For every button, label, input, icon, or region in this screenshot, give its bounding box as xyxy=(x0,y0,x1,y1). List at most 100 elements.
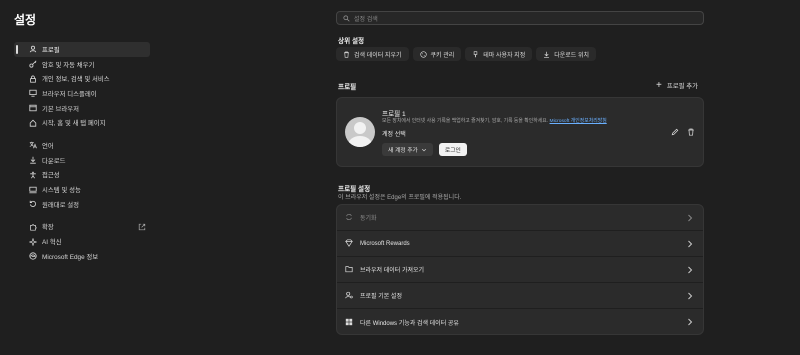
import-icon xyxy=(345,265,354,274)
chip-label: 검색 데이터 지우기 xyxy=(354,52,402,59)
quick-settings: 검색 데이터 지우기 쿠키 관리 테마 사용자 지정 다운로드 위치 xyxy=(336,47,597,61)
chevron-right-icon xyxy=(688,240,693,248)
search-placeholder: 설정 검색 xyxy=(354,16,378,23)
sidebar-item-label: 확장 xyxy=(42,224,54,232)
sync-icon xyxy=(345,213,354,222)
external-link-icon xyxy=(138,223,146,230)
lock-icon xyxy=(28,74,37,83)
home-icon xyxy=(28,118,37,127)
sidebar-item-system[interactable]: 시스템 및 성능 xyxy=(14,182,150,197)
download-icon xyxy=(544,51,550,58)
row-label: 다른 Windows 기능과 검색 데이터 공유 xyxy=(360,320,459,327)
sidebar-item-label: 개인 정보, 검색 및 서비스 xyxy=(42,76,110,84)
sidebar-item-passwords[interactable]: 암호 및 자동 채우기 xyxy=(14,57,150,72)
customize-theme-button[interactable]: 테마 사용자 지정 xyxy=(465,47,533,61)
ai-icon xyxy=(28,237,37,246)
chevron-right-icon xyxy=(688,318,693,326)
sidebar-item-downloads[interactable]: 다운로드 xyxy=(14,153,150,168)
key-icon xyxy=(28,60,37,69)
system-icon xyxy=(28,185,37,194)
accessibility-icon xyxy=(28,170,37,179)
download-icon xyxy=(28,156,37,165)
account-select-label: 계정 선택 xyxy=(382,132,406,138)
sidebar-item-label: 시작, 홈 및 새 탭 페이지 xyxy=(42,120,106,128)
plus-icon: + xyxy=(655,79,662,91)
sidebar: 설정 프로필 암호 및 자동 채우기 개인 정보, 검색 및 서비스 브라우저 … xyxy=(0,0,160,355)
download-location-button[interactable]: 다운로드 위치 xyxy=(536,47,597,61)
sidebar-item-extensions[interactable]: 확장 xyxy=(14,220,150,235)
sidebar-item-label: 다운로드 xyxy=(42,157,66,165)
sidebar-item-about[interactable]: Microsoft Edge 정보 xyxy=(14,249,150,264)
chevron-down-icon xyxy=(421,148,426,151)
extension-icon xyxy=(28,222,37,231)
chevron-right-icon xyxy=(688,292,693,300)
profile-card: 프로필 1 모든 장치에서 인터넷 사용 기록을 백업하고 즐겨찾기, 암호, … xyxy=(336,97,704,167)
sidebar-item-language[interactable]: 언어 xyxy=(14,138,150,153)
new-account-dropdown[interactable]: 새 계정 추가 xyxy=(382,143,433,156)
profiles-title: 프로필 xyxy=(338,84,357,91)
settings-row-sync[interactable]: 동기화 xyxy=(337,205,703,231)
page-title: 설정 xyxy=(14,13,37,27)
clear-browsing-data-button[interactable]: 검색 데이터 지우기 xyxy=(336,47,409,61)
avatar xyxy=(345,117,375,147)
profile-actions: 새 계정 추가 로그인 xyxy=(382,143,467,156)
sidebar-item-display[interactable]: 브라우저 디스플레이 xyxy=(14,86,150,101)
edit-icon[interactable] xyxy=(671,128,679,136)
trash-icon xyxy=(344,51,349,58)
search-icon xyxy=(343,14,350,22)
profile-icon xyxy=(28,45,37,54)
chip-label: 다운로드 위치 xyxy=(554,52,590,59)
sidebar-item-reset[interactable]: 원래대로 설정 xyxy=(14,197,150,212)
sidebar-nav: 프로필 암호 및 자동 채우기 개인 정보, 검색 및 서비스 브라우저 디스플… xyxy=(14,42,150,264)
chevron-right-icon xyxy=(688,266,693,274)
delete-icon[interactable] xyxy=(687,128,695,136)
profile-description: 모든 장치에서 인터넷 사용 기록을 백업하고 즐겨찾기, 암호, 기록 등을 … xyxy=(382,119,607,124)
settings-row-rewards[interactable]: Microsoft Rewards xyxy=(337,231,703,257)
row-label: 브라우저 데이터 가져오기 xyxy=(360,268,425,274)
search-input[interactable]: 설정 검색 xyxy=(336,11,704,25)
sidebar-item-label: 접근성 xyxy=(42,172,60,180)
sidebar-item-label: 원래대로 설정 xyxy=(42,201,80,209)
settings-row-profile-preferences[interactable]: 프로필 기본 설정 xyxy=(337,283,703,309)
language-icon xyxy=(28,141,37,150)
sidebar-item-start-home[interactable]: 시작, 홈 및 새 탭 페이지 xyxy=(14,115,150,130)
sidebar-item-privacy[interactable]: 개인 정보, 검색 및 서비스 xyxy=(14,71,150,86)
sidebar-item-label: 브라우저 디스플레이 xyxy=(42,90,97,98)
privacy-link[interactable]: Microsoft 개인정보처리방침 xyxy=(550,119,607,124)
settings-row-windows-share[interactable]: 다른 Windows 기능과 검색 데이터 공유 xyxy=(337,309,703,335)
reset-icon xyxy=(28,200,37,209)
profile-settings-subtitle: 이 브라우저 설정은 Edge의 프로필에 적용됩니다. xyxy=(338,195,462,201)
quick-settings-title: 상위 설정 xyxy=(338,38,365,45)
main-content: 설정 검색 상위 설정 검색 데이터 지우기 쿠키 관리 테마 사용자 지정 다… xyxy=(336,0,704,355)
brush-icon xyxy=(474,50,478,57)
browser-icon xyxy=(28,104,37,113)
sidebar-item-ai[interactable]: AI 혁신 xyxy=(14,234,150,249)
edge-icon xyxy=(28,252,37,261)
row-label: Microsoft Rewards xyxy=(360,240,410,247)
profile-settings-icon xyxy=(345,291,354,300)
chip-label: 쿠키 관리 xyxy=(430,52,455,59)
sidebar-item-label: 프로필 xyxy=(42,46,60,54)
sidebar-item-label: 기본 브라우저 xyxy=(42,105,80,113)
sidebar-item-label: 암호 및 자동 채우기 xyxy=(42,61,95,69)
sidebar-item-profile[interactable]: 프로필 xyxy=(14,42,150,57)
rewards-icon xyxy=(345,239,354,248)
sidebar-item-label: 언어 xyxy=(42,142,54,150)
profile-settings-card: 동기화 Microsoft Rewards 브라우저 데이터 가져오기 프로필 … xyxy=(336,204,704,335)
sidebar-item-label: 시스템 및 성능 xyxy=(42,187,81,195)
sidebar-item-accessibility[interactable]: 접근성 xyxy=(14,168,150,183)
cookie-icon xyxy=(419,50,427,58)
sidebar-item-label: AI 혁신 xyxy=(42,239,62,247)
chevron-right-icon xyxy=(688,214,693,222)
add-profile-label: 프로필 추가 xyxy=(666,83,698,90)
sidebar-item-label: Microsoft Edge 정보 xyxy=(42,253,99,261)
windows-icon xyxy=(345,318,354,327)
manage-cookies-button[interactable]: 쿠키 관리 xyxy=(412,47,462,61)
row-label: 동기화 xyxy=(360,216,377,222)
add-profile-button[interactable]: + 프로필 추가 xyxy=(655,79,698,91)
chip-label: 테마 사용자 지정 xyxy=(483,52,526,59)
login-button[interactable]: 로그인 xyxy=(438,143,467,156)
row-label: 프로필 기본 설정 xyxy=(360,294,402,300)
sidebar-item-default-browser[interactable]: 기본 브라우저 xyxy=(14,101,150,116)
settings-row-import[interactable]: 브라우저 데이터 가져오기 xyxy=(337,257,703,283)
